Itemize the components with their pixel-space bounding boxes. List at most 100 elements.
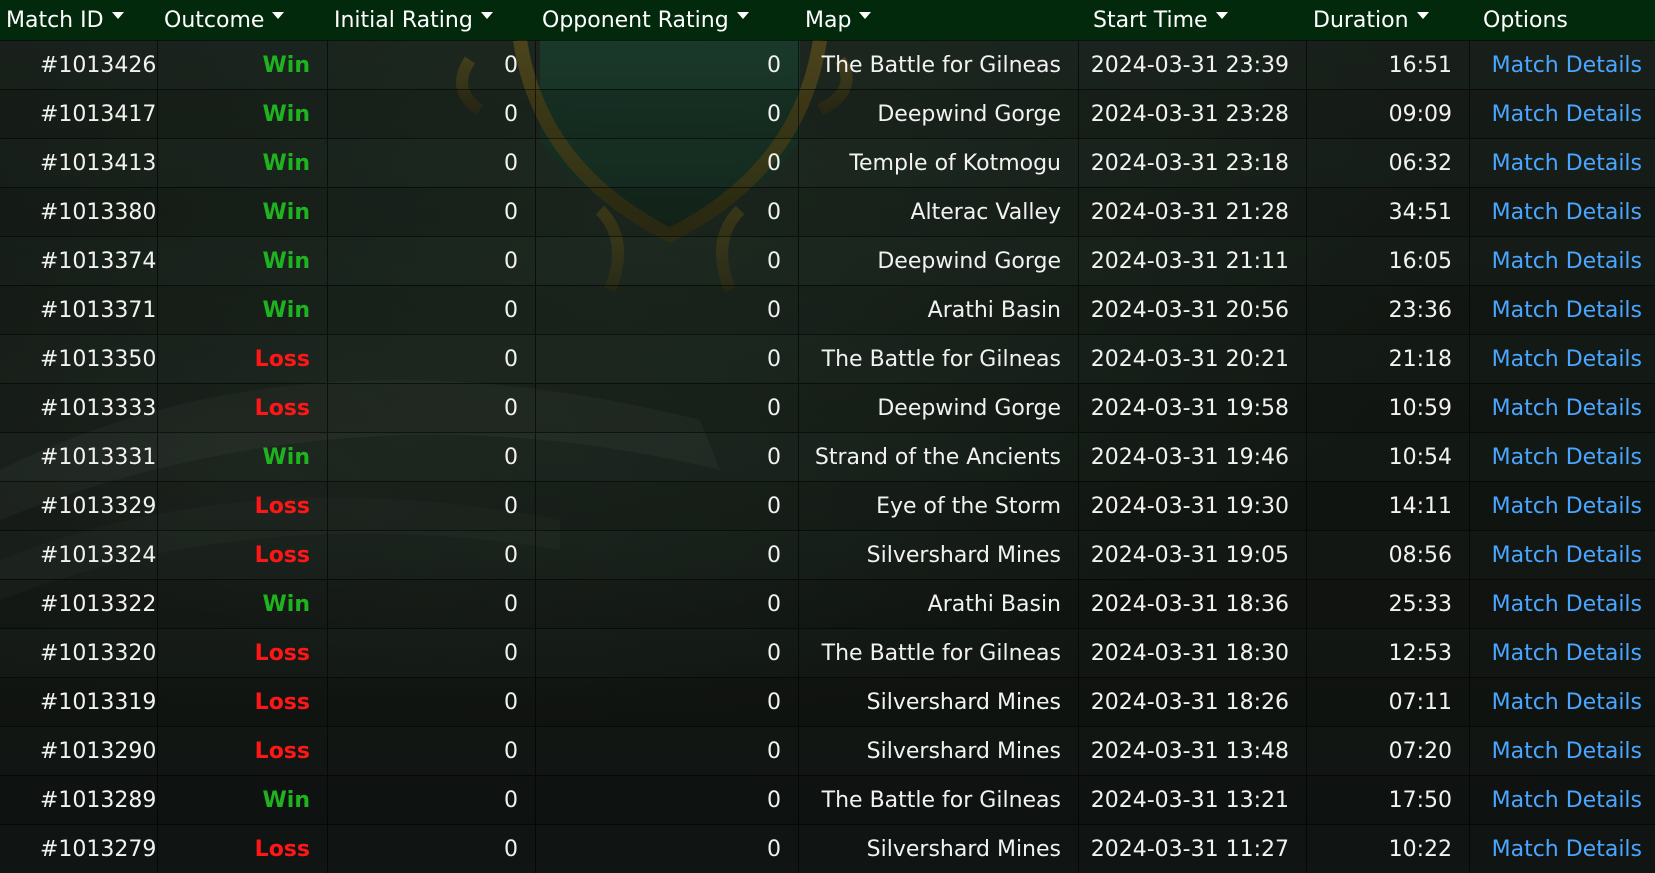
opponent-rating-cell: 0 (536, 139, 799, 187)
opponent-rating-cell: 0 (536, 727, 799, 775)
column-header-label: Initial Rating (334, 7, 473, 33)
opponent-rating-cell: 0 (536, 531, 799, 579)
column-header-initial-rating[interactable]: Initial Rating (328, 0, 536, 40)
map-cell: Silvershard Mines (799, 825, 1079, 873)
column-header-label: Map (805, 7, 852, 33)
outcome-cell: Loss (158, 482, 328, 530)
opponent-rating-cell: 0 (536, 433, 799, 481)
start-time-cell: 2024-03-31 23:28 (1079, 90, 1307, 138)
duration-cell: 07:20 (1307, 727, 1470, 775)
start-time-cell: 2024-03-31 13:48 (1079, 727, 1307, 775)
options-cell: Match Details (1470, 482, 1655, 530)
match-details-link[interactable]: Match Details (1492, 249, 1642, 274)
outcome-cell: Loss (158, 531, 328, 579)
match-id-cell: #1013426 (0, 41, 158, 89)
match-details-link[interactable]: Match Details (1492, 200, 1642, 225)
match-details-link[interactable]: Match Details (1492, 298, 1642, 323)
initial-rating-cell: 0 (328, 825, 536, 873)
options-cell: Match Details (1470, 531, 1655, 579)
match-details-link[interactable]: Match Details (1492, 445, 1642, 470)
match-id-cell: #1013320 (0, 629, 158, 677)
column-header-map[interactable]: Map (799, 0, 1079, 40)
match-details-link[interactable]: Match Details (1492, 53, 1642, 78)
column-header-duration[interactable]: Duration (1307, 0, 1470, 40)
column-header-opponent-rating[interactable]: Opponent Rating (536, 0, 799, 40)
options-cell: Match Details (1470, 188, 1655, 236)
initial-rating-cell: 0 (328, 727, 536, 775)
options-cell: Match Details (1470, 629, 1655, 677)
duration-cell: 34:51 (1307, 188, 1470, 236)
match-id-cell: #1013413 (0, 139, 158, 187)
match-id-cell: #1013290 (0, 727, 158, 775)
table-row: #1013426 Win 0 0 The Battle for Gilneas … (0, 40, 1655, 89)
opponent-rating-cell: 0 (536, 825, 799, 873)
outcome-cell: Win (158, 433, 328, 481)
column-header-label: Outcome (164, 7, 265, 33)
table-row: #1013279 Loss 0 0 Silvershard Mines 2024… (0, 824, 1655, 873)
column-header-outcome[interactable]: Outcome (158, 0, 328, 40)
sort-caret-icon (1416, 11, 1429, 19)
duration-cell: 16:05 (1307, 237, 1470, 285)
options-cell: Match Details (1470, 90, 1655, 138)
map-cell: The Battle for Gilneas (799, 776, 1079, 824)
map-cell: Silvershard Mines (799, 678, 1079, 726)
opponent-rating-cell: 0 (536, 41, 799, 89)
duration-cell: 12:53 (1307, 629, 1470, 677)
map-cell: The Battle for Gilneas (799, 335, 1079, 383)
duration-cell: 10:54 (1307, 433, 1470, 481)
opponent-rating-cell: 0 (536, 384, 799, 432)
initial-rating-cell: 0 (328, 531, 536, 579)
initial-rating-cell: 0 (328, 482, 536, 530)
match-details-link[interactable]: Match Details (1492, 347, 1642, 372)
initial-rating-cell: 0 (328, 384, 536, 432)
duration-cell: 23:36 (1307, 286, 1470, 334)
table-row: #1013333 Loss 0 0 Deepwind Gorge 2024-03… (0, 383, 1655, 432)
start-time-cell: 2024-03-31 19:30 (1079, 482, 1307, 530)
map-cell: Temple of Kotmogu (799, 139, 1079, 187)
outcome-cell: Loss (158, 727, 328, 775)
column-header-match-id[interactable]: Match ID (0, 0, 158, 40)
duration-cell: 10:22 (1307, 825, 1470, 873)
match-details-link[interactable]: Match Details (1492, 151, 1642, 176)
table-row: #1013289 Win 0 0 The Battle for Gilneas … (0, 775, 1655, 824)
match-details-link[interactable]: Match Details (1492, 739, 1642, 764)
match-details-link[interactable]: Match Details (1492, 494, 1642, 519)
start-time-cell: 2024-03-31 13:21 (1079, 776, 1307, 824)
start-time-cell: 2024-03-31 18:26 (1079, 678, 1307, 726)
sort-caret-icon (272, 11, 285, 19)
map-cell: Arathi Basin (799, 286, 1079, 334)
outcome-cell: Win (158, 580, 328, 628)
table-row: #1013320 Loss 0 0 The Battle for Gilneas… (0, 628, 1655, 677)
options-cell: Match Details (1470, 776, 1655, 824)
match-details-link[interactable]: Match Details (1492, 690, 1642, 715)
duration-cell: 17:50 (1307, 776, 1470, 824)
match-details-link[interactable]: Match Details (1492, 102, 1642, 127)
outcome-cell: Win (158, 237, 328, 285)
match-details-link[interactable]: Match Details (1492, 543, 1642, 568)
match-id-cell: #1013322 (0, 580, 158, 628)
map-cell: The Battle for Gilneas (799, 629, 1079, 677)
duration-cell: 25:33 (1307, 580, 1470, 628)
start-time-cell: 2024-03-31 19:05 (1079, 531, 1307, 579)
outcome-cell: Loss (158, 384, 328, 432)
map-cell: Deepwind Gorge (799, 384, 1079, 432)
options-cell: Match Details (1470, 335, 1655, 383)
sort-caret-icon (111, 11, 124, 19)
start-time-cell: 2024-03-31 11:27 (1079, 825, 1307, 873)
initial-rating-cell: 0 (328, 678, 536, 726)
duration-cell: 09:09 (1307, 90, 1470, 138)
table-row: #1013331 Win 0 0 Strand of the Ancients … (0, 432, 1655, 481)
column-header-start-time[interactable]: Start Time (1079, 0, 1307, 40)
match-details-link[interactable]: Match Details (1492, 788, 1642, 813)
match-details-link[interactable]: Match Details (1492, 396, 1642, 421)
map-cell: Deepwind Gorge (799, 237, 1079, 285)
match-id-cell: #1013319 (0, 678, 158, 726)
match-id-cell: #1013333 (0, 384, 158, 432)
outcome-cell: Win (158, 90, 328, 138)
match-details-link[interactable]: Match Details (1492, 592, 1642, 617)
match-details-link[interactable]: Match Details (1492, 641, 1642, 666)
table-row: #1013324 Loss 0 0 Silvershard Mines 2024… (0, 530, 1655, 579)
map-cell: Silvershard Mines (799, 531, 1079, 579)
start-time-cell: 2024-03-31 20:21 (1079, 335, 1307, 383)
match-details-link[interactable]: Match Details (1492, 837, 1642, 862)
